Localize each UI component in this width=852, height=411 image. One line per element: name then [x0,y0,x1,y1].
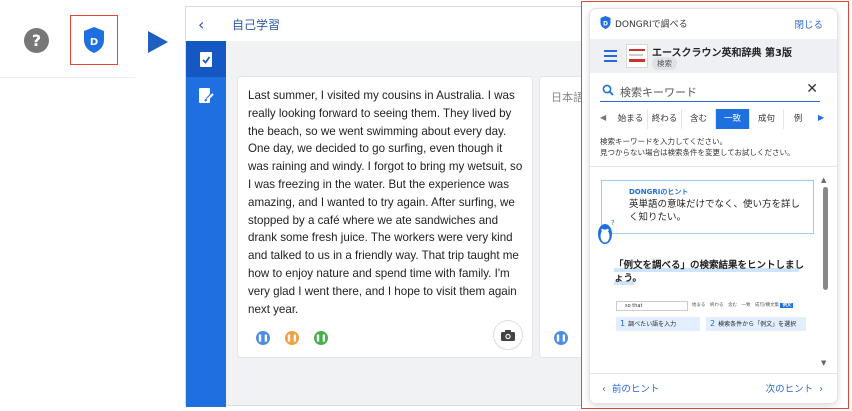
dictionary-cover-icon [626,44,648,68]
scrollbar-thumb[interactable] [823,187,828,290]
panel-footer: ‹ 前のヒント 次のヒント › [590,373,837,399]
hint-text: 英単語の意味だけでなく、使い方を詳しく知りたい。 [629,199,801,223]
mini-tab-active: 例文 [780,303,794,308]
help-icon[interactable]: ? [24,28,49,53]
checklist-icon [200,51,212,67]
search-instructions: 検索キーワードを入力してください。 見つからない場合は検索条件を変更してお試しく… [600,136,795,158]
browser-toolbar-snippet: ? D [0,0,135,78]
panel-title: DONGRIで調べる [615,20,688,30]
close-button[interactable]: 閉じる [794,17,823,31]
dictionary-tag: 検索 [652,57,677,70]
prev-hint-link[interactable]: ‹ 前のヒント [602,381,659,395]
mode-ends-with[interactable]: 終わる [648,109,682,129]
search-mode-tabs: ◀ 始まる 終わる 含む 一致 成句 例 ▶ [596,109,831,129]
page-title: 自己学習 [232,18,281,32]
card-tool-icons: ❚❚ ❚❚ ❚❚ [256,331,328,347]
mode-exact-match[interactable]: 一致 [716,109,750,129]
english-text-card: Last summer, I visited my cousins in Aus… [237,76,533,358]
mode-contains[interactable]: 含む [682,109,716,129]
screenshot-root: ? D ‹ 自己学習 Last summer, I visited my cou… [0,0,852,411]
hint-illustration: so that 始まる 終わる 含む 一致 成句/構文集 例文 1 調べたい語を入… [616,301,806,343]
jp-card-tool-icons: ❚❚ [554,331,568,347]
svg-text:?: ? [611,219,614,227]
hint-label: DONGRIのヒント [629,188,689,196]
dongri-logo-icon: D [600,16,611,29]
hint-heading-text: 「例文を調べる」の検索結果をヒントしましょう。 [614,260,805,284]
audio-record-icon[interactable]: ❚❚ [314,331,328,345]
app-header: ‹ 自己学習 [186,7,584,41]
chevron-left-icon[interactable]: ◀ [600,113,606,122]
mini-step-2: 2 検索条件から「例文」を選択 [706,317,806,331]
mode-starts-with[interactable]: 始まる [614,109,648,129]
svg-text:D: D [90,37,98,48]
mascot-icon: ? [598,219,614,244]
chevron-left-icon[interactable]: ‹ [198,15,204,34]
chevron-right-icon[interactable]: ▶ [818,113,824,122]
dictionary-bar: エースクラウン英和辞典 第3版 検索 [590,39,837,73]
audio-slow-icon[interactable]: ❚❚ [285,331,299,345]
scroll-down-icon[interactable]: ▼ [821,359,826,367]
rail-item-checklist[interactable] [186,41,226,77]
instruction-line-2: 見つからない場合は検索条件を変更してお試しください。 [600,148,795,157]
audio-play-icon[interactable]: ❚❚ [554,331,568,345]
scroll-up-icon[interactable]: ▲ [821,176,826,184]
dongri-extension-icon[interactable]: D [83,27,105,53]
mode-example[interactable]: 例 [784,109,812,129]
camera-icon [501,329,515,341]
next-hint-link[interactable]: 次のヒント › [766,381,823,395]
search-icon [602,84,614,96]
camera-button[interactable] [493,320,523,350]
search-input[interactable]: 検索キーワード ✕ [600,80,820,102]
english-passage: Last summer, I visited my cousins in Aus… [248,89,523,316]
clear-icon[interactable]: ✕ [806,81,818,97]
japanese-card-label: 日本語 [551,91,584,104]
mini-mode-tabs: 始まる 終わる 含む 一致 成句/構文集 例文 [692,302,794,308]
dongri-extension-highlight: D [70,15,118,65]
mini-step-1: 1 調べたい語を入力 [616,317,700,331]
panel-header: D DONGRIで調べる 閉じる [590,9,837,37]
rail-item-edit[interactable] [186,77,226,113]
dongri-panel: D DONGRIで調べる 閉じる エースクラウン英和辞典 第3版 検索 検索キー… [590,9,837,403]
hint-box: DONGRIのヒント 英単語の意味だけでなく、使い方を詳しく知りたい。 [601,180,814,234]
self-study-app: ‹ 自己学習 Last summer, I visited my cousins… [185,6,599,407]
mini-tabs-text: 始まる 終わる 含む 一致 成句/構文集 [692,303,780,308]
side-rail [186,41,226,407]
edit-document-icon [199,87,214,103]
divider [590,166,837,167]
arrow-right-icon [148,31,168,53]
search-placeholder: 検索キーワード [620,86,697,99]
audio-play-icon[interactable]: ❚❚ [256,331,270,345]
mode-idiom[interactable]: 成句 [750,109,784,129]
mini-search-field: so that [616,301,688,311]
svg-text:D: D [603,21,608,28]
instruction-line-1: 検索キーワードを入力してください。 [600,137,728,146]
hint-heading: 「例文を調べる」の検索結果をヒントしましょう。 [614,259,804,285]
menu-icon[interactable] [604,50,617,65]
